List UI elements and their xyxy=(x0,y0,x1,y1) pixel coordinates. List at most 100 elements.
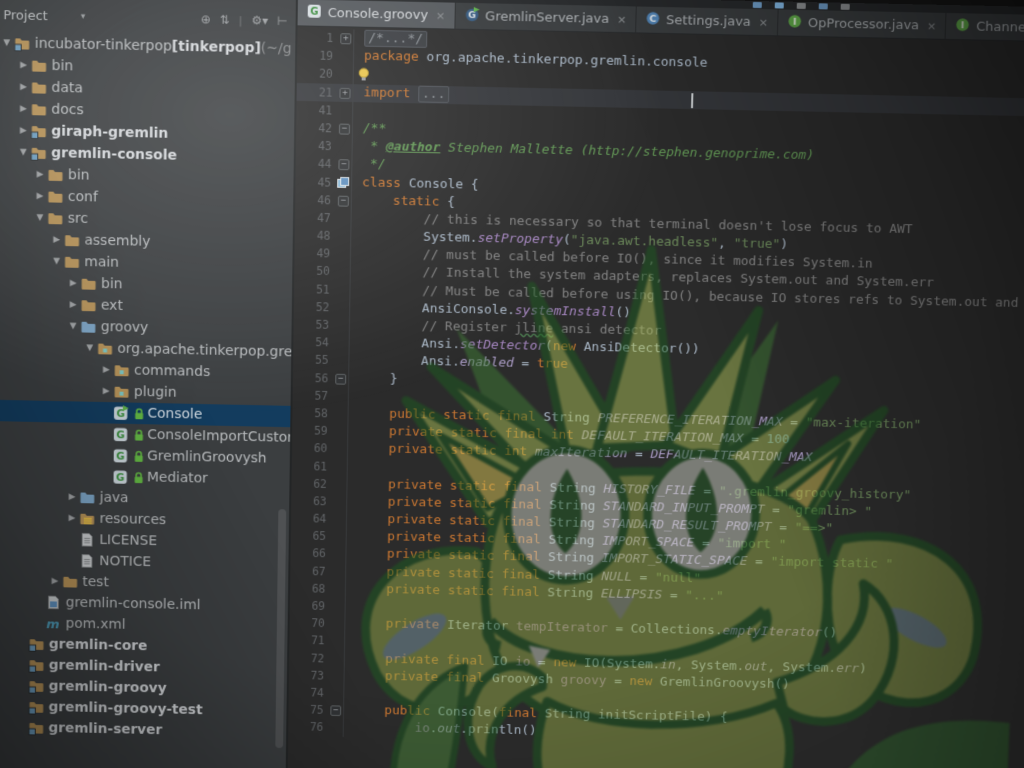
close-icon[interactable]: × xyxy=(927,19,937,32)
line-number: 42 xyxy=(296,119,338,138)
line-number: 44 xyxy=(296,155,338,174)
hide-panel-icon[interactable]: ⊢ xyxy=(277,13,288,27)
fold-gutter xyxy=(330,650,345,668)
fold-marker-icon[interactable]: + xyxy=(339,87,350,98)
mini-toolbar-icon[interactable] xyxy=(753,2,762,8)
chevron-right-icon[interactable]: ▶ xyxy=(16,104,30,114)
line-number: 73 xyxy=(289,666,330,684)
mini-toolbar-icon[interactable] xyxy=(841,4,850,10)
chevron-right-icon[interactable]: ▶ xyxy=(33,170,47,180)
tab-label: OpProcessor.java xyxy=(808,16,920,33)
line-number: 46 xyxy=(295,191,337,210)
fold-gutter xyxy=(332,545,347,563)
chevron-down-icon[interactable]: ▼ xyxy=(16,148,30,158)
close-icon[interactable]: × xyxy=(436,9,445,22)
tab-opprocessor-java[interactable]: IOpProcessor.java× xyxy=(778,9,947,38)
fold-gutter xyxy=(333,458,348,476)
tree-item-label: assembly xyxy=(84,233,150,250)
chevron-down-icon[interactable]: ▼ xyxy=(83,343,97,353)
line-number: 75 xyxy=(288,701,329,719)
svg-text:G: G xyxy=(116,472,125,484)
line-number: 43 xyxy=(296,137,338,156)
tab-settings-java[interactable]: CSettings.java× xyxy=(636,6,778,35)
chevron-right-icon[interactable]: ▶ xyxy=(66,300,80,310)
tree-item-label: ext xyxy=(101,298,123,314)
settings-gear-icon[interactable]: ⚙▾ xyxy=(251,13,268,27)
module-icon xyxy=(30,123,47,139)
close-icon[interactable]: × xyxy=(759,16,769,29)
chevron-right-icon[interactable]: ▶ xyxy=(65,513,79,523)
chevron-right-icon[interactable]: ▶ xyxy=(16,126,30,136)
line-number: 65 xyxy=(291,527,332,545)
chevron-down-icon[interactable]: ▼ xyxy=(33,213,47,223)
chevron-right-icon[interactable]: ▶ xyxy=(99,365,113,375)
fold-gutter xyxy=(338,101,353,119)
locate-icon[interactable]: ⊕ xyxy=(201,12,211,26)
fold-marker-icon[interactable]: − xyxy=(339,123,350,134)
line-number: 57 xyxy=(293,386,335,405)
project-tree: ▼incubator-tinkerpop [tinkerpop] (~/g▶bi… xyxy=(0,30,295,768)
chevron-right-icon[interactable]: ▶ xyxy=(17,82,31,92)
project-tool-window: ▣ Project ▾ ⊕⇅|⚙▾⊢ ▼incubator-tinkerpop … xyxy=(0,0,296,768)
fold-gutter xyxy=(335,281,350,299)
svg-text:C: C xyxy=(649,13,656,24)
collapse-all-icon[interactable]: ⇅ xyxy=(220,12,230,26)
fold-marker-icon[interactable]: − xyxy=(330,705,341,716)
chevron-right-icon[interactable]: ▶ xyxy=(48,576,62,586)
fold-marker-icon[interactable]: − xyxy=(338,195,349,206)
fold-marker-icon[interactable]: − xyxy=(338,159,349,170)
tab-label: Channelizer.java xyxy=(976,19,1024,36)
svg-text:I: I xyxy=(961,20,965,31)
fold-marker-icon[interactable]: + xyxy=(340,33,351,44)
chevron-down-icon[interactable]: ▼ xyxy=(50,256,64,266)
chevron-right-icon[interactable]: ▶ xyxy=(99,386,113,396)
tree-item-label: resources xyxy=(99,511,166,528)
project-panel-title[interactable]: Project xyxy=(3,8,48,24)
tab-gremlinserver-java[interactable]: GGremlinServer.java× xyxy=(455,3,637,33)
tree-item-label: gremlin-server xyxy=(48,720,162,737)
line-number: 56 xyxy=(293,369,335,388)
runnable-class-g-icon: G xyxy=(464,6,479,25)
line-number: 69 xyxy=(290,597,331,615)
gclass-icon: G xyxy=(113,448,130,464)
code-editor[interactable]: 1+/*...*/19package org.apache.tinkerpop.… xyxy=(286,26,1024,768)
tab-console-groovy[interactable]: GConsole.groovy× xyxy=(298,0,456,29)
svg-text:G: G xyxy=(310,7,318,18)
chevron-down-icon[interactable]: ▼ xyxy=(0,38,14,48)
line-number: 74 xyxy=(289,684,330,702)
mini-toolbar-icon[interactable] xyxy=(797,3,806,9)
chevron-right-icon[interactable]: ▶ xyxy=(50,235,64,245)
chevron-down-icon[interactable]: ▼ xyxy=(66,321,80,331)
fold-marker-icon[interactable]: − xyxy=(335,373,346,384)
chevron-right-icon[interactable]: ▶ xyxy=(65,492,79,502)
line-number: 52 xyxy=(294,298,336,317)
chevron-right-icon[interactable]: ▶ xyxy=(33,191,47,201)
mini-toolbar-icon[interactable] xyxy=(775,2,784,8)
line-number: 72 xyxy=(289,649,330,667)
chevron-down-icon[interactable]: ▾ xyxy=(81,12,86,22)
line-number: 63 xyxy=(291,492,333,510)
tab-channelizer-java[interactable]: IChannelizer.java× xyxy=(946,13,1024,42)
line-number: 53 xyxy=(293,315,335,334)
chevron-right-icon[interactable]: ▶ xyxy=(66,278,80,288)
tree-item-label: gremlin-groovy-test xyxy=(49,700,203,718)
lock-icon xyxy=(133,471,144,484)
line-number: 50 xyxy=(294,262,336,281)
tree-item-label: java xyxy=(100,490,129,506)
chevron-right-icon[interactable]: ▶ xyxy=(17,60,31,70)
file-icon xyxy=(79,532,96,548)
line-number: 41 xyxy=(296,101,338,120)
tree-item-label: src xyxy=(68,211,88,227)
lock-icon xyxy=(134,428,145,441)
fold-gutter xyxy=(332,510,347,528)
class-c-icon: C xyxy=(645,10,660,29)
fold-gutter xyxy=(330,632,345,650)
line-number: 51 xyxy=(294,280,336,299)
close-icon[interactable]: × xyxy=(617,13,627,26)
line-number: 1 xyxy=(297,28,339,47)
line-number: 71 xyxy=(289,632,330,650)
line-number: 20 xyxy=(297,65,339,84)
mini-toolbar-icon[interactable] xyxy=(819,3,828,9)
package-icon xyxy=(113,362,130,378)
tree-item-label: docs xyxy=(51,102,83,119)
